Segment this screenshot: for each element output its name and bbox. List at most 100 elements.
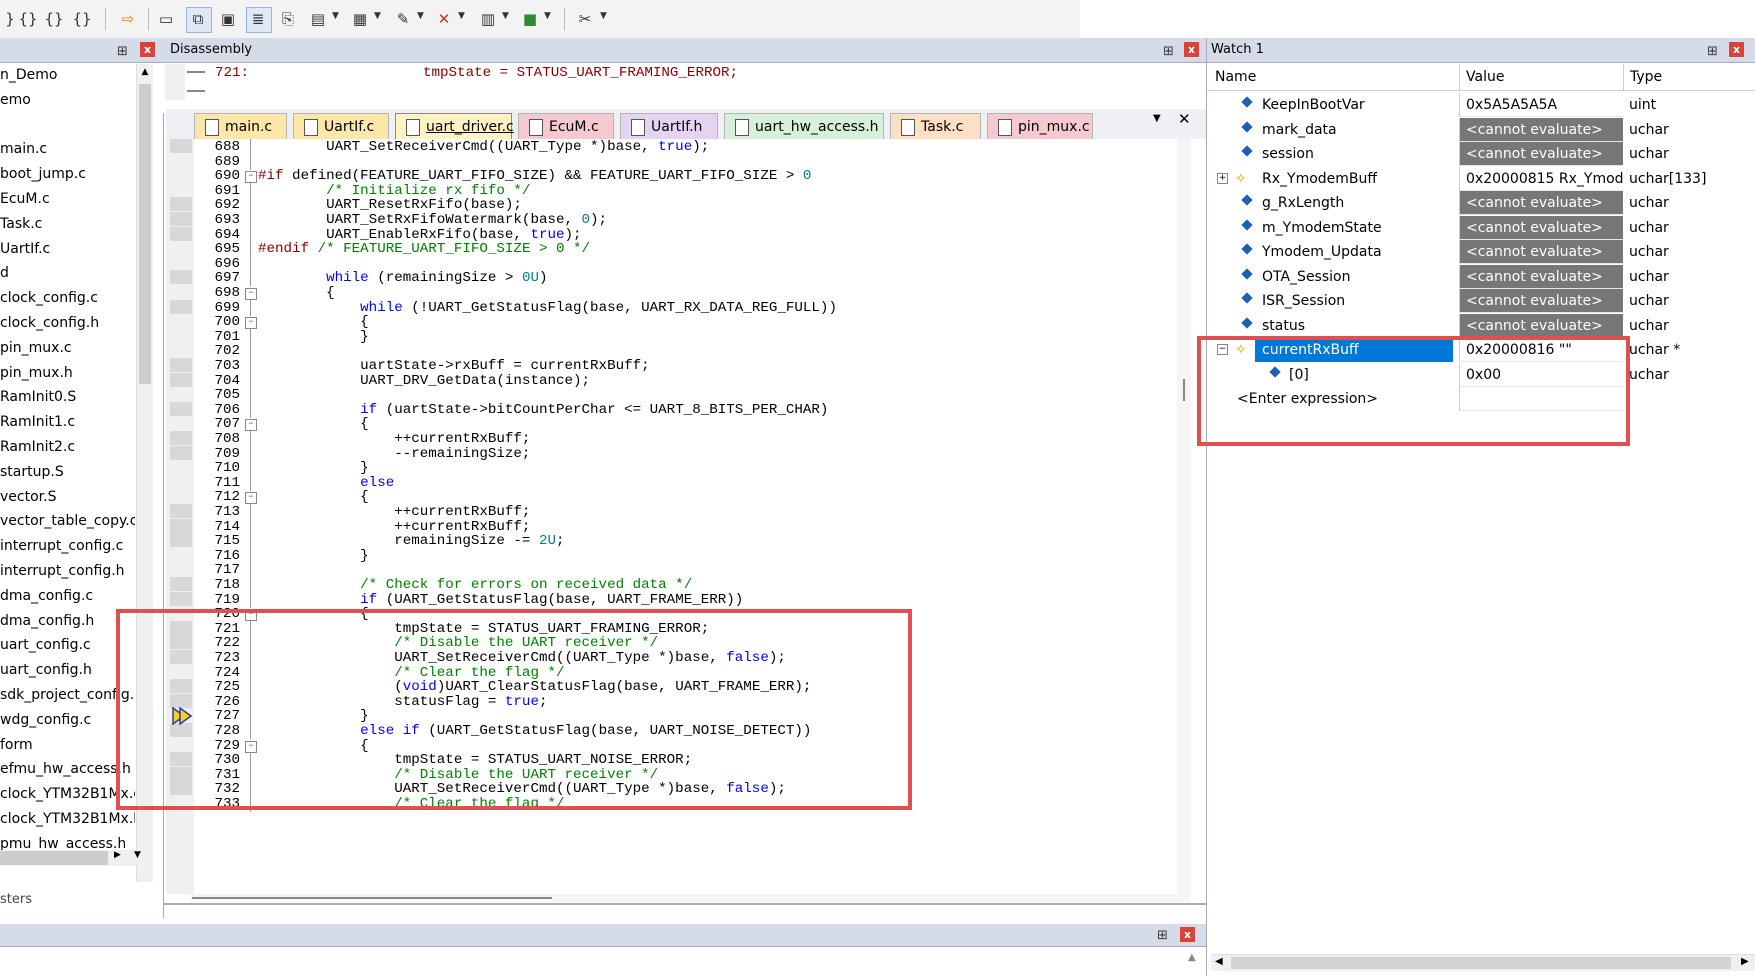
- watch-value[interactable]: <cannot evaluate>: [1459, 264, 1623, 289]
- watch-row[interactable]: KeepInBootVar 0x5A5A5A5A uint: [1207, 93, 1755, 118]
- file-tree-item[interactable]: clock_YTM32B1Mx.h: [0, 808, 135, 830]
- watch-name[interactable]: Rx_YmodemBuff: [1262, 167, 1377, 192]
- scroll-right-icon[interactable]: ▶: [114, 850, 121, 860]
- project-vscrollbar[interactable]: ▲: [136, 64, 153, 882]
- file-tree-item[interactable]: vector.S: [0, 486, 56, 508]
- fold-toggle-icon[interactable]: −: [245, 492, 257, 505]
- expand-icon[interactable]: +: [1217, 172, 1228, 184]
- tab-uartif-c[interactable]: UartIf.c: [293, 113, 389, 139]
- watch-value[interactable]: <cannot evaluate>: [1459, 313, 1623, 338]
- watch-name[interactable]: [0]: [1289, 363, 1309, 388]
- watch-row[interactable]: [0] 0x00 uchar: [1207, 362, 1755, 388]
- watch-row[interactable]: session <cannot evaluate> uchar: [1207, 142, 1755, 167]
- tab-list-dropdown-icon[interactable]: ▼: [1153, 113, 1161, 124]
- code-hscrollbar[interactable]: [190, 894, 1190, 902]
- project-hscrollbar[interactable]: ▶ ▼: [0, 850, 150, 866]
- file-tree-item[interactable]: uart_config.c: [0, 634, 91, 656]
- watch-row[interactable]: mark_data <cannot evaluate> uchar: [1207, 117, 1755, 143]
- window-icon[interactable]: ▭: [156, 9, 176, 29]
- watch-value[interactable]: <cannot evaluate>: [1459, 240, 1623, 264]
- file-tree-item[interactable]: boot_jump.c: [0, 163, 86, 185]
- watch-name[interactable]: ISR_Session: [1262, 289, 1345, 314]
- file-tree-item[interactable]: Task.c: [0, 213, 42, 235]
- run-icon[interactable]: ⇨: [118, 9, 138, 29]
- watch-hscrollbar[interactable]: ◀ ▶: [1211, 954, 1755, 971]
- watch-row[interactable]: m_YmodemState <cannot evaluate> uchar: [1207, 215, 1755, 241]
- watch-row[interactable]: g_RxLength <cannot evaluate> uchar: [1207, 191, 1755, 216]
- file-tree-item[interactable]: RamInit1.c: [0, 411, 75, 433]
- watch-name[interactable]: OTA_Session: [1262, 265, 1350, 290]
- file-tree-item[interactable]: EcuM.c: [0, 188, 50, 210]
- watch-name[interactable]: session: [1262, 142, 1314, 167]
- memory-icon[interactable]: ▣: [218, 9, 238, 29]
- tab-main-c[interactable]: main.c: [194, 113, 287, 139]
- edit-icon[interactable]: ✎: [393, 9, 413, 29]
- watch-row[interactable]: OTA_Session <cannot evaluate> uchar: [1207, 264, 1755, 290]
- watch-name[interactable]: g_RxLength: [1262, 191, 1344, 216]
- scroll-right-icon[interactable]: ▶: [1741, 956, 1749, 967]
- scroll-down-icon[interactable]: ▼: [134, 850, 141, 860]
- brace-icon[interactable]: {}: [72, 9, 92, 29]
- watch-name[interactable]: currentRxBuff: [1255, 338, 1453, 362]
- brace-icon[interactable]: {}: [18, 9, 38, 29]
- close-icon[interactable]: x: [140, 42, 155, 57]
- watch-value[interactable]: 0x00: [1459, 362, 1623, 387]
- file-tree-item[interactable]: UartIf.c: [0, 238, 50, 260]
- pin-icon[interactable]: ⊞: [1163, 40, 1174, 64]
- watch-value[interactable]: 0x5A5A5A5A: [1459, 93, 1623, 117]
- pin-icon[interactable]: ⊞: [1157, 924, 1168, 948]
- watch-value[interactable]: 0x20000816 "": [1459, 338, 1623, 362]
- chart-icon[interactable]: ▤: [308, 9, 328, 29]
- file-tree-item[interactable]: RamInit0.S: [0, 386, 76, 408]
- watch-row[interactable]: − ✧ currentRxBuff 0x20000816 "" uchar *: [1207, 338, 1755, 363]
- fold-toggle-icon[interactable]: −: [245, 317, 257, 330]
- code-vscrollbar[interactable]: [1177, 139, 1191, 894]
- file-tree-item[interactable]: dma_config.h: [0, 610, 94, 632]
- fold-toggle-icon[interactable]: −: [245, 419, 257, 432]
- watch-header-type[interactable]: Type: [1623, 64, 1662, 90]
- file-tree-item[interactable]: clock_config.h: [0, 312, 99, 334]
- registers-tab[interactable]: sters: [0, 892, 32, 907]
- brace-icon[interactable]: {}: [44, 9, 64, 29]
- file-tree-item[interactable]: dma_config.c: [0, 585, 93, 607]
- chip-icon[interactable]: ■: [520, 9, 540, 29]
- file-tree-item[interactable]: emo: [0, 89, 31, 111]
- close-tab-icon[interactable]: ✕: [1178, 110, 1191, 128]
- view-icon[interactable]: ⧉: [188, 9, 208, 29]
- watch-header-name[interactable]: Name: [1215, 64, 1256, 90]
- tab-task-c[interactable]: Task.c: [890, 113, 981, 139]
- file-tree-item[interactable]: form: [0, 734, 33, 756]
- watch-value[interactable]: 0x20000815 Rx_Ymode...: [1459, 166, 1623, 191]
- table-icon[interactable]: ▦: [350, 9, 370, 29]
- file-tree-item[interactable]: interrupt_config.h: [0, 560, 125, 582]
- watch-name[interactable]: m_YmodemState: [1262, 216, 1382, 241]
- file-tree-item[interactable]: main.c: [0, 138, 47, 160]
- scroll-up-icon[interactable]: ▲: [137, 64, 153, 80]
- watch-row[interactable]: <Enter expression>: [1207, 387, 1755, 412]
- fold-toggle-icon[interactable]: −: [245, 171, 257, 184]
- file-tree-item[interactable]: efmu_hw_access.h: [0, 758, 131, 780]
- list-icon[interactable]: ≣: [248, 9, 268, 29]
- file-tree-item[interactable]: clock_config.c: [0, 287, 98, 309]
- fold-toggle-icon[interactable]: −: [245, 609, 257, 622]
- watch-value[interactable]: <cannot evaluate>: [1459, 117, 1623, 142]
- brace-icon[interactable]: }: [0, 9, 20, 29]
- code-editor[interactable]: 688 UART_SetReceiverCmd((UART_Type *)bas…: [166, 139, 1206, 894]
- scroll-left-icon[interactable]: ◀: [1215, 956, 1223, 967]
- file-tree-item[interactable]: d: [0, 262, 9, 284]
- collapse-icon[interactable]: −: [1217, 344, 1228, 355]
- watch-row[interactable]: ISR_Session <cannot evaluate> uchar: [1207, 289, 1755, 314]
- watch-name[interactable]: status: [1262, 314, 1305, 339]
- watch-value[interactable]: [1459, 387, 1623, 411]
- file-tree-item[interactable]: vector_table_copy.c: [0, 510, 135, 532]
- watch-value[interactable]: <cannot evaluate>: [1459, 215, 1623, 240]
- trace-icon[interactable]: ✕: [434, 9, 454, 29]
- file-tree-item[interactable]: pin_mux.h: [0, 362, 73, 384]
- tab-uart-hw-access-h[interactable]: uart_hw_access.h: [724, 113, 884, 139]
- close-icon[interactable]: x: [1180, 927, 1195, 942]
- file-tree-item[interactable]: wdg_config.c: [0, 709, 91, 731]
- file-tree-item[interactable]: sdk_project_config.h: [0, 684, 135, 706]
- file-tree-item[interactable]: pin_mux.c: [0, 337, 72, 359]
- watch-value[interactable]: <cannot evaluate>: [1459, 289, 1623, 313]
- fold-toggle-icon[interactable]: −: [245, 740, 257, 753]
